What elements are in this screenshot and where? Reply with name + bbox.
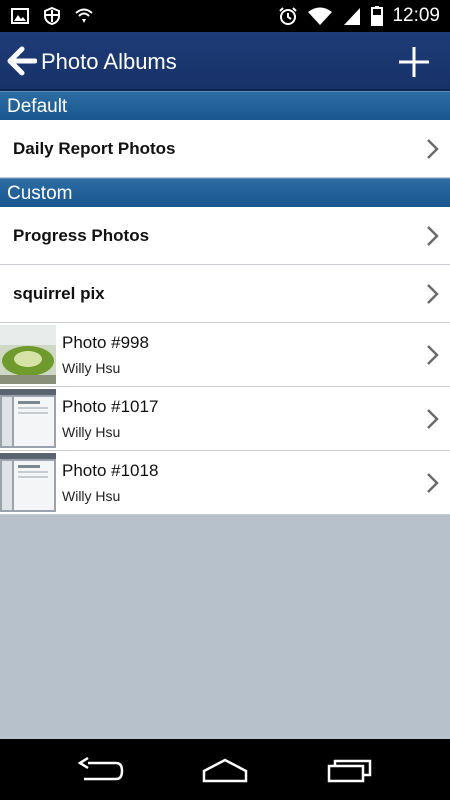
page-title: Photo Albums: [41, 49, 177, 74]
chevron-right-icon: [427, 409, 439, 429]
section-header-default: Default: [0, 91, 450, 120]
chevron-right-icon: [427, 284, 439, 304]
system-icons: 12:09: [278, 5, 440, 27]
photo-item[interactable]: Photo #1017 Willy Hsu: [0, 387, 450, 451]
list-item-label: Daily Report Photos: [13, 139, 176, 158]
back-nav-icon[interactable]: [76, 757, 124, 783]
album-list: Default Daily Report Photos Custom Progr…: [0, 91, 450, 739]
photo-author: Willy Hsu: [62, 488, 121, 504]
chevron-right-icon: [427, 226, 439, 246]
shield-icon: [44, 6, 60, 26]
photo-thumbnail: [0, 325, 56, 384]
photo-author: Willy Hsu: [62, 360, 121, 376]
add-album-button[interactable]: [396, 44, 432, 80]
chevron-right-icon: [427, 139, 439, 159]
action-bar: Photo Albums: [0, 32, 450, 91]
photo-title: Photo #998: [62, 333, 149, 352]
home-nav-icon[interactable]: [201, 757, 249, 783]
status-time: 12:09: [392, 5, 440, 26]
image-notification-icon: [11, 8, 29, 24]
photo-author: Willy Hsu: [62, 424, 121, 440]
wifi-icon: [308, 7, 333, 25]
notification-icons: [10, 6, 94, 26]
alarm-icon: [279, 7, 298, 25]
photo-title: Photo #1018: [62, 461, 159, 480]
photo-thumbnail: [0, 389, 56, 448]
list-item[interactable]: Daily Report Photos: [0, 120, 450, 178]
list-item-label: squirrel pix: [13, 284, 105, 303]
list-item-label: Progress Photos: [13, 226, 150, 245]
photo-thumbnail: [0, 453, 56, 512]
list-item[interactable]: squirrel pix: [0, 265, 450, 323]
recents-nav-icon[interactable]: [326, 757, 374, 783]
chevron-right-icon: [427, 345, 439, 365]
photo-item[interactable]: Photo #1018 Willy Hsu: [0, 451, 450, 515]
signal-icon: [344, 8, 361, 25]
status-bar: 12:09: [0, 0, 450, 32]
sync-icon: [75, 8, 93, 23]
chevron-right-icon: [427, 473, 439, 493]
battery-icon: [371, 6, 384, 26]
section-header-custom: Custom: [0, 178, 450, 207]
list-item[interactable]: Progress Photos: [0, 207, 450, 265]
photo-title: Photo #1017: [62, 397, 159, 416]
arrow-left-icon[interactable]: [5, 45, 37, 77]
photo-item[interactable]: Photo #998 Willy Hsu: [0, 323, 450, 387]
navigation-bar: [0, 739, 450, 800]
